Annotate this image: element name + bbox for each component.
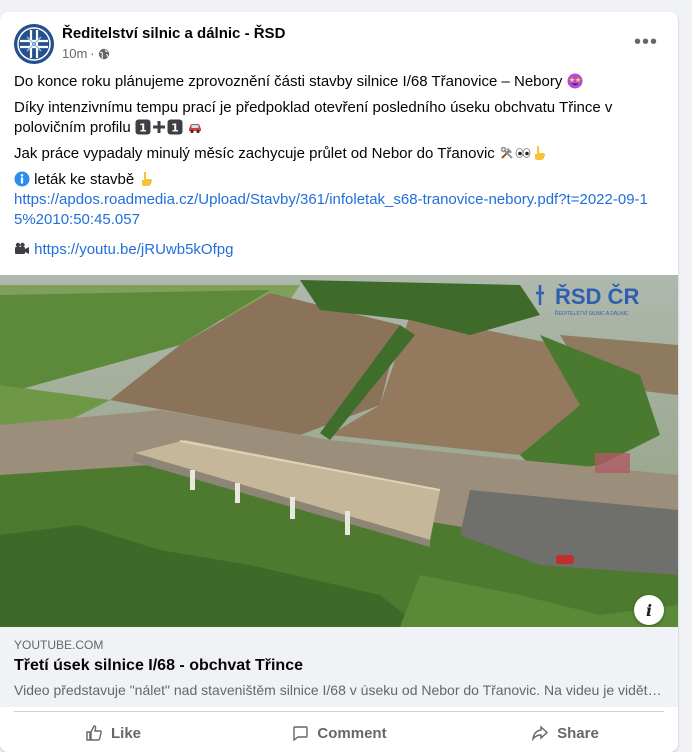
link-preview[interactable]: YOUTUBE.COM Třetí úsek silnice I/68 - ob… [0,627,678,707]
eyes-emoji [515,148,531,158]
video-thumbnail[interactable]: ŘSD ČR ŘEDITELSTVÍ SILNIC A DÁLNIC i [0,275,678,627]
paragraph-1-text: Do konce roku plánujeme zprovoznění část… [14,73,563,90]
pointing-down-emoji [534,146,545,160]
watermark-text: ŘSD ČR [555,284,639,309]
post-meta: 10m · [62,46,110,61]
like-label: Like [110,724,141,742]
thumbs-up-icon [86,725,102,741]
plus-emoji [152,121,165,133]
more-options-button[interactable]: ••• [628,24,664,60]
meta-separator: · [90,46,95,61]
globe-icon [98,48,109,59]
post-time[interactable]: 10m [62,46,87,61]
share-label: Share [557,724,599,742]
paragraph-2-text: Díky intenzivnímu tempu prací je předpok… [14,99,613,136]
share-button[interactable]: Share [452,715,678,751]
post-paragraph-4: leták ke stavbě [14,170,662,190]
post-paragraph-1: Do konce roku plánujeme zprovoznění část… [14,72,662,92]
actions-divider [14,711,664,712]
page-avatar[interactable] [14,24,54,64]
link-domain: YOUTUBE.COM [14,638,104,652]
comment-icon [293,726,309,742]
post-paragraph-5: https://youtu.be/jRUwb5kOfpg [14,240,662,260]
link-description: Video představuje "nálet" nad staveniště… [14,682,662,698]
comment-button[interactable]: Comment [226,715,452,751]
more-dots-icon: ••• [633,30,658,53]
keycap-1-emoji: 1 [167,119,183,135]
page-name[interactable]: Ředitelství silnic a dálnic - ŘSD [62,25,285,42]
share-icon [532,725,549,742]
car-emoji [189,124,202,134]
link-title[interactable]: Třetí úsek silnice I/68 - obchvat Třince [14,657,303,675]
info-icon: i [645,600,653,620]
youtube-link[interactable]: https://youtu.be/jRUwb5kOfpg [34,241,233,258]
keycap-1-emoji: 1 [135,119,151,135]
post-paragraph-leaflet-link: https://apdos.roadmedia.cz/Upload/Stavby… [14,190,662,230]
post-actions: Like Comment Share [0,715,678,751]
paragraph-4-text: leták ke stavbě [34,171,135,188]
svg-text:1: 1 [139,122,147,135]
like-button[interactable]: Like [0,715,226,751]
film-camera-emoji [15,242,29,254]
construction-aerial-image: ŘSD ČR ŘEDITELSTVÍ SILNIC A DÁLNIC [0,275,678,627]
star-struck-emoji [567,73,583,89]
tools-emoji [500,146,513,159]
post-card: Ředitelství silnic a dálnic - ŘSD 10m · … [0,12,678,752]
paragraph-3-text: Jak práce vypadaly minulý měsíc zachycuj… [14,145,495,162]
watermark-subtext: ŘEDITELSTVÍ SILNIC A DÁLNIC [555,309,629,317]
svg-text:1: 1 [171,122,179,135]
leaflet-link[interactable]: https://apdos.roadmedia.cz/Upload/Stavby… [14,191,648,228]
pointing-down-emoji [142,172,153,186]
post-header: Ředitelství silnic a dálnic - ŘSD 10m · … [14,24,664,64]
post-paragraph-3: Jak práce vypadaly minulý měsíc zachycuj… [14,144,662,164]
info-emoji [14,171,30,187]
comment-label: Comment [317,724,387,742]
post-text: Do konce roku plánujeme zprovoznění část… [14,72,662,266]
rsd-logo-icon [14,24,54,64]
post-paragraph-2: Díky intenzivnímu tempu prací je předpok… [14,98,662,138]
info-button[interactable]: i [634,595,664,625]
